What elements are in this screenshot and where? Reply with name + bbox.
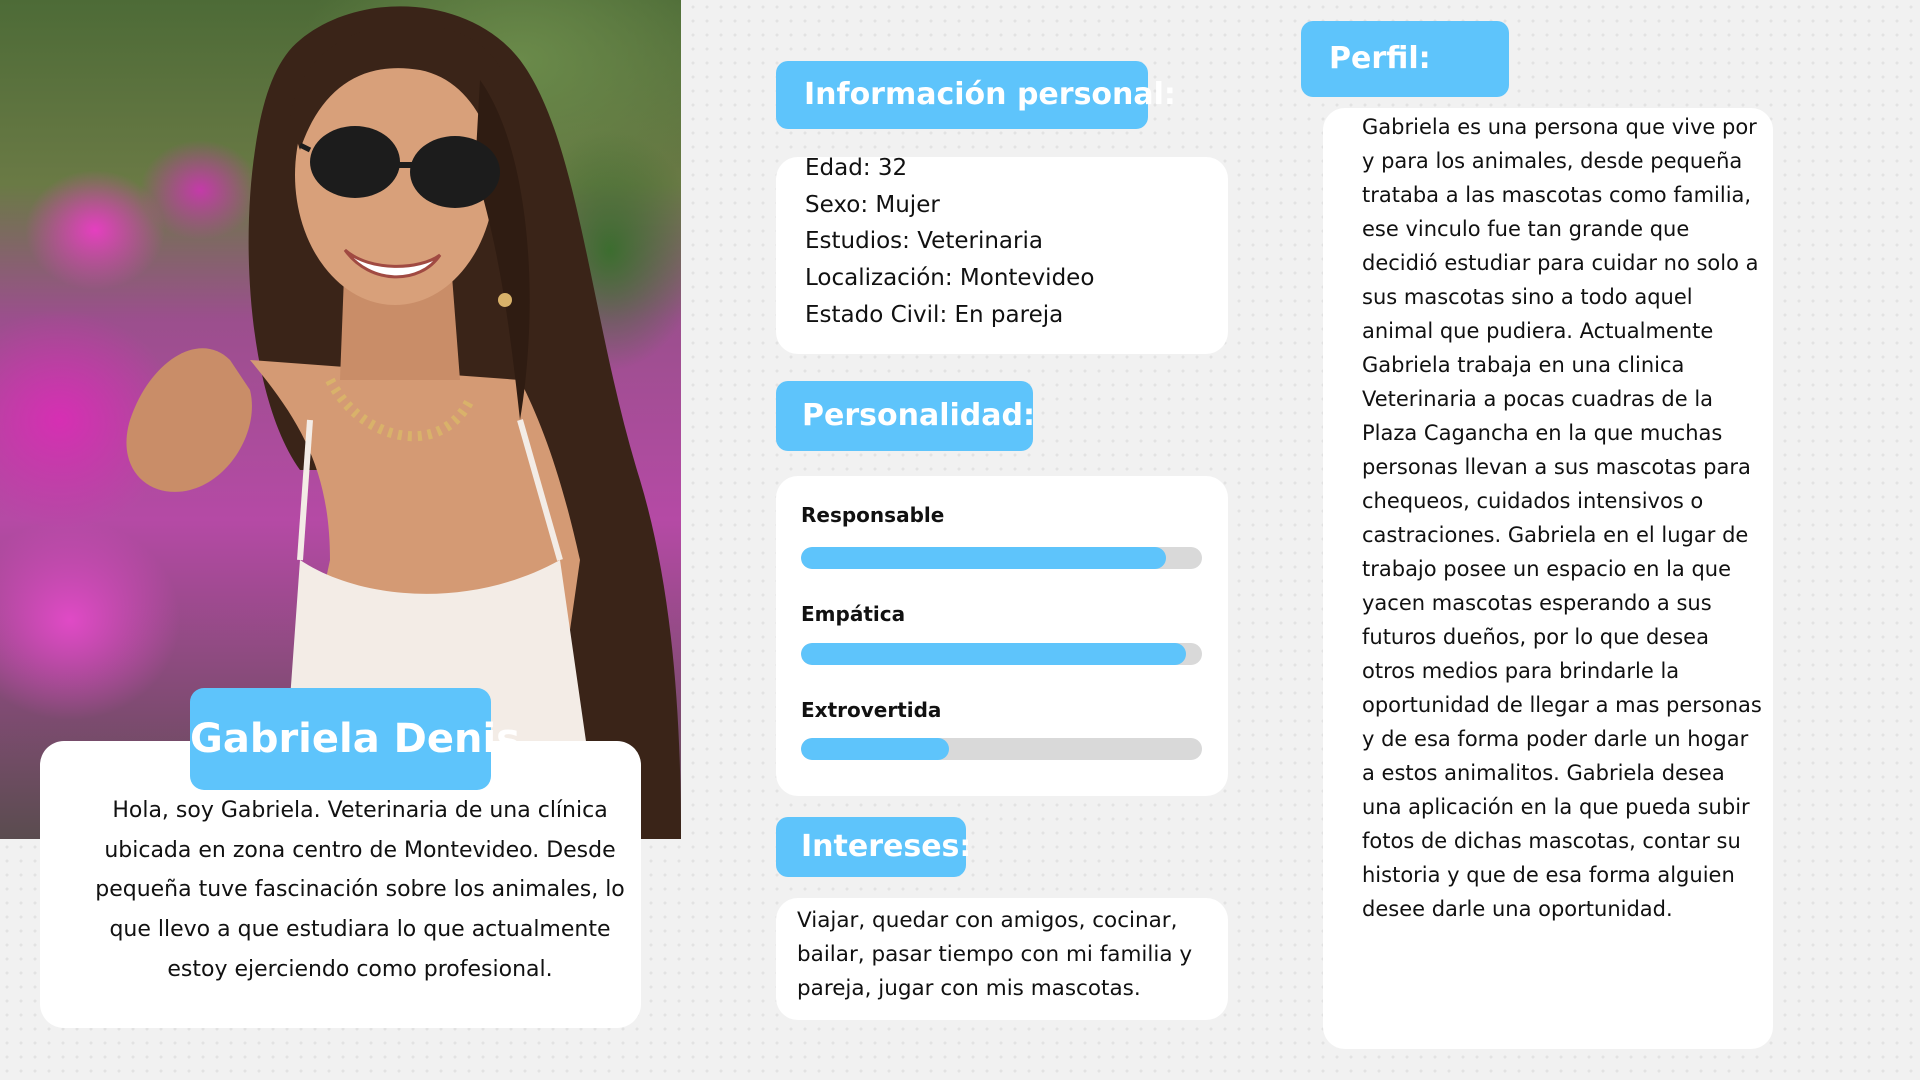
- interests-text: Viajar, quedar con amigos, cocinar, bail…: [797, 908, 1193, 1001]
- trait-fill-responsable: [801, 547, 1166, 569]
- trait-label-empatica: Empática: [801, 602, 906, 626]
- personality-header: Personalidad:: [776, 381, 1035, 451]
- profile-header: Perfil:: [1301, 21, 1509, 97]
- info-civil-status: Estado Civil: En pareja: [805, 301, 1064, 328]
- info-age: Edad: 32: [805, 155, 908, 181]
- trait-bar-empatica: [801, 643, 1202, 665]
- bio-text: Hola, soy Gabriela. Veterinaria de una c…: [95, 798, 625, 982]
- trait-fill-extrovertida: [801, 738, 950, 760]
- interests-header: Intereses:: [776, 817, 971, 877]
- trait-bar-responsable: [801, 547, 1202, 569]
- trait-label-responsable: Responsable: [801, 503, 945, 527]
- personal-info-header: Información personal:: [776, 61, 1176, 129]
- info-sex: Sexo: Mujer: [805, 191, 940, 218]
- info-location: Localización: Montevideo: [805, 265, 1095, 292]
- info-studies: Estudios: Veterinaria: [805, 228, 1043, 255]
- trait-fill-empatica: [801, 643, 1186, 665]
- trait-label-extrovertida: Extrovertida: [801, 698, 942, 722]
- personal-info-list: Edad: 32 Sexo: Mujer Estudios: Veterinar…: [805, 150, 1094, 334]
- profile-text: Gabriela es una persona que vive por y p…: [1362, 115, 1762, 921]
- persona-name: Gabriela Denis: [190, 688, 520, 790]
- trait-bar-extrovertida: [801, 738, 1202, 760]
